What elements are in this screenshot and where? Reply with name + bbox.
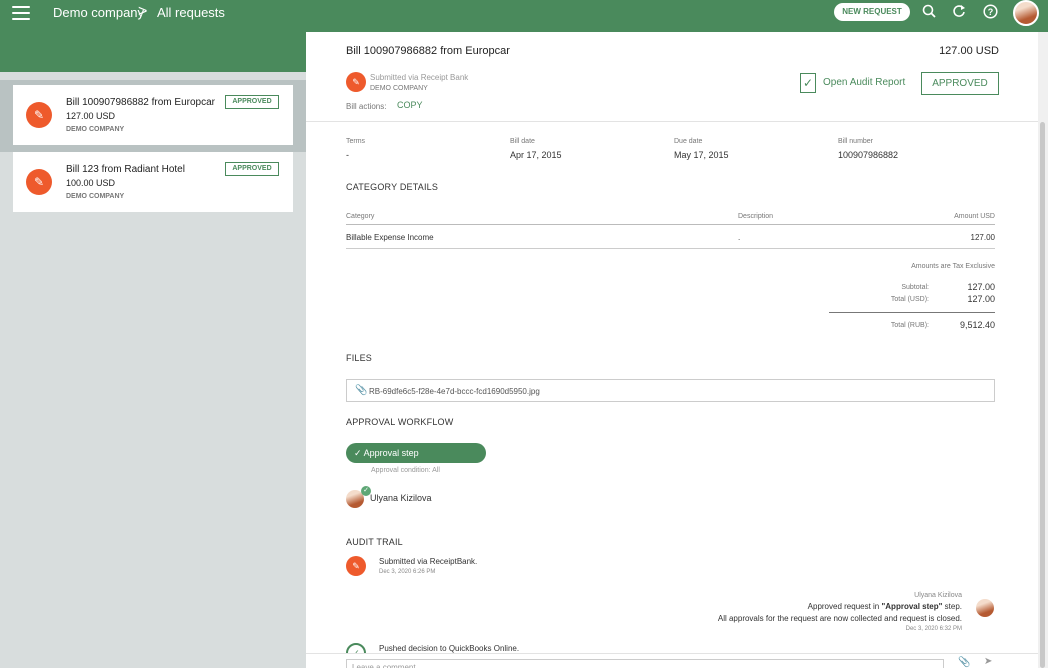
approver-name: Ulyana Kizilova xyxy=(370,493,432,503)
receipt-bank-icon: ✎ xyxy=(26,102,52,128)
table-cell: Billable Expense Income xyxy=(346,233,434,242)
breadcrumb-company[interactable]: Demo company xyxy=(53,5,144,20)
request-card-company: DEMO COMPANY xyxy=(66,193,125,200)
column-header: Category xyxy=(346,213,375,220)
request-card-title: Bill 123 from Radiant Hotel xyxy=(66,164,185,175)
status-badge: APPROVED xyxy=(225,95,279,109)
refresh-icon[interactable] xyxy=(950,4,968,22)
breadcrumb-page: All requests xyxy=(157,5,225,20)
request-card-amount: 100.00 USD xyxy=(66,178,116,188)
totals-divider xyxy=(829,312,995,313)
approval-condition: Approval condition: All xyxy=(371,467,440,474)
total-rub-value: 9,512.40 xyxy=(959,320,995,330)
file-name[interactable]: RB-69dfe6c5-f28e-4e7d-bccc-fcd1690d5950.… xyxy=(369,387,540,396)
trail-entry-text: Approved request in "Approval step" step… xyxy=(807,602,962,611)
bill-date-value: Apr 17, 2015 xyxy=(510,150,562,160)
user-avatar[interactable] xyxy=(1013,0,1039,26)
approved-status-button: APPROVED xyxy=(921,72,999,95)
trail-entry-text: All approvals for the request are now co… xyxy=(717,614,962,623)
tax-note: Amounts are Tax Exclusive xyxy=(911,263,995,270)
table-row: Billable Expense Income . 127.00 xyxy=(346,225,995,249)
trail-entry-date: Dec 3, 2020 6:26 PM xyxy=(379,569,436,575)
approver-avatar xyxy=(976,599,994,617)
table-cell: . xyxy=(738,233,741,242)
request-card[interactable]: ✎ Bill 100907986882 from Europcar 127.00… xyxy=(13,85,293,145)
detail-header: Bill 100907986882 from Europcar 127.00 U… xyxy=(306,32,1038,122)
request-detail-panel: Bill 100907986882 from Europcar 127.00 U… xyxy=(306,32,1038,668)
open-audit-report-link[interactable]: Open Audit Report xyxy=(823,77,905,88)
receipt-bank-icon: ✎ xyxy=(346,556,366,576)
send-icon[interactable]: ➤ xyxy=(984,656,992,667)
category-details-heading: CATEGORY DETAILS xyxy=(346,182,439,192)
total-usd-label: Total (USD): xyxy=(890,296,929,303)
bill-amount: 127.00 USD xyxy=(939,45,999,57)
bill-title: Bill 100907986882 from Europcar xyxy=(346,45,510,57)
hamburger-menu-icon[interactable] xyxy=(12,6,30,20)
bill-number-value: 100907986882 xyxy=(838,150,899,160)
total-usd-value: 127.00 xyxy=(967,294,995,304)
table-cell: 127.00 xyxy=(970,233,995,242)
help-icon[interactable]: ? xyxy=(981,4,999,22)
company-name: DEMO COMPANY xyxy=(370,85,428,92)
request-card[interactable]: ✎ Bill 123 from Radiant Hotel 100.00 USD… xyxy=(13,152,293,212)
request-card-amount: 127.00 USD xyxy=(66,111,116,121)
new-request-button[interactable]: NEW REQUEST xyxy=(834,3,910,21)
receipt-bank-icon: ✎ xyxy=(26,169,52,195)
subtotal-value: 127.00 xyxy=(967,282,995,292)
bill-actions-label: Bill actions: xyxy=(346,102,387,111)
file-attachment[interactable]: 📎 RB-69dfe6c5-f28e-4e7d-bccc-fcd1690d595… xyxy=(346,379,995,402)
trail-entry-text: Submitted via ReceiptBank. xyxy=(379,557,478,566)
subtotal-label: Subtotal: xyxy=(901,284,929,291)
checkmark-icon: ✓ xyxy=(354,448,362,458)
trail-entry-text: Pushed decision to QuickBooks Online. xyxy=(379,644,520,653)
column-header: Description xyxy=(738,213,774,220)
copy-link[interactable]: COPY xyxy=(397,100,423,110)
search-icon[interactable] xyxy=(920,4,938,22)
paperclip-icon[interactable]: 📎 xyxy=(958,657,970,668)
scrollbar-thumb[interactable] xyxy=(1040,122,1045,668)
request-list: ✎ Bill 100907986882 from Europcar 127.00… xyxy=(0,80,306,668)
comment-input[interactable]: Leave a comment... xyxy=(346,659,944,668)
paperclip-icon: 📎 xyxy=(355,385,368,396)
approval-step-label: Approval step xyxy=(363,448,419,458)
breadcrumb-chevron-icon: > xyxy=(138,3,148,20)
audit-report-icon[interactable]: ✓ xyxy=(800,73,816,93)
approval-workflow-heading: APPROVAL WORKFLOW xyxy=(346,417,454,427)
due-date-label: Due date xyxy=(674,138,703,145)
detail-scrollbar[interactable] xyxy=(1038,32,1048,668)
svg-text:?: ? xyxy=(987,7,993,17)
bill-number-label: Bill number xyxy=(838,138,874,145)
terms-label: Terms xyxy=(346,138,366,145)
receipt-bank-icon: ✎ xyxy=(346,72,366,92)
trail-entry-author: Ulyana Kizilova xyxy=(914,592,962,599)
terms-value: - xyxy=(346,150,349,160)
column-header: Amount USD xyxy=(954,213,995,220)
files-heading: FILES xyxy=(346,353,373,363)
trail-entry-date: Dec 3, 2020 6:32 PM xyxy=(905,626,962,632)
approval-step-pill[interactable]: ✓ Approval step xyxy=(346,443,486,463)
total-rub-label: Total (RUB): xyxy=(890,322,929,329)
status-badge: APPROVED xyxy=(225,162,279,176)
bill-date-label: Bill date xyxy=(510,138,535,145)
submitted-via: Submitted via Receipt Bank xyxy=(370,73,469,82)
table-header: Category Description Amount USD xyxy=(346,205,995,225)
request-card-title: Bill 100907986882 from Europcar xyxy=(66,97,215,108)
request-card-company: DEMO COMPANY xyxy=(66,126,125,133)
comment-bar: Leave a comment... 📎 ➤ xyxy=(306,653,1038,668)
audit-trail-heading: AUDIT TRAIL xyxy=(346,537,403,547)
due-date-value: May 17, 2015 xyxy=(674,150,729,160)
